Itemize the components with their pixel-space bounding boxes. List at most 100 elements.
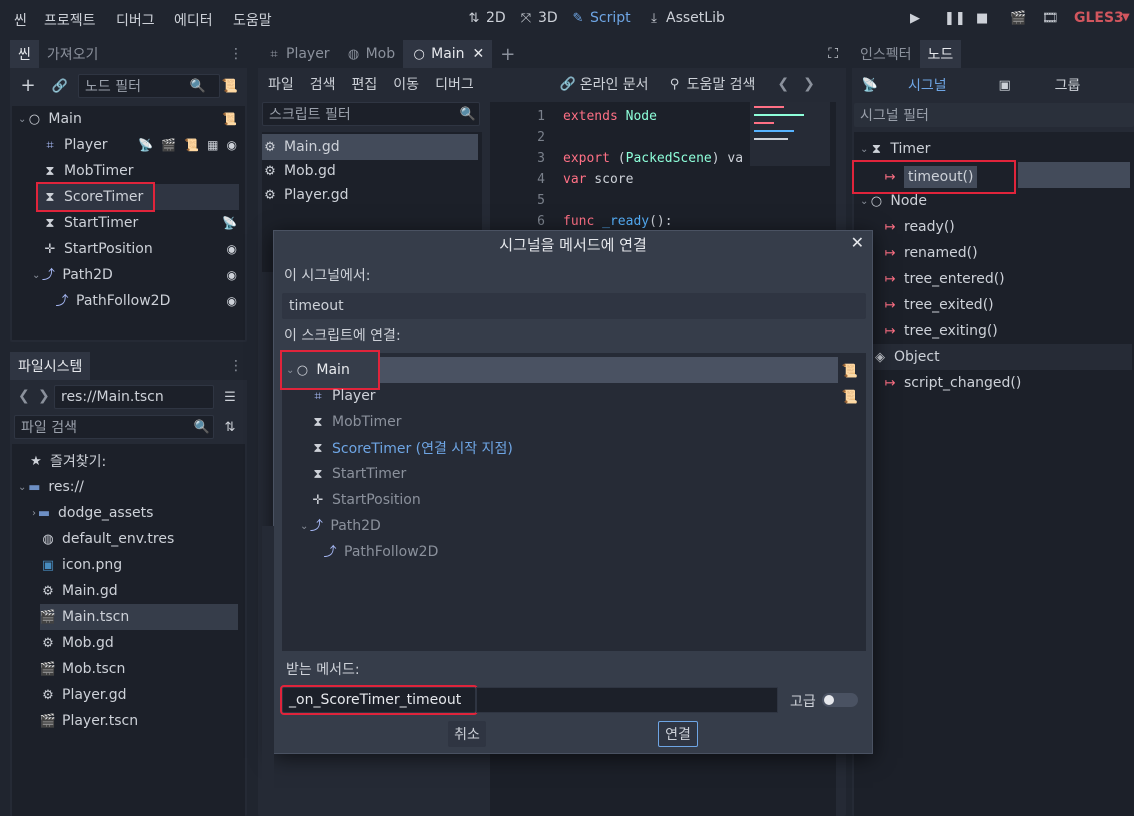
signal-section-node[interactable]: ⌄ ○ Node [860, 188, 927, 214]
signal-section-timer[interactable]: ⌄ ⧗ Timer [860, 136, 930, 162]
tree-node-player[interactable]: ⌗ Player 📡 🎬 📜 ▦ ◉ [42, 132, 243, 158]
script-menu-debug[interactable]: 디버그 [435, 74, 474, 94]
close-icon[interactable]: ✕ [851, 233, 864, 252]
code-line[interactable]: 2 [490, 127, 563, 148]
receiver-method-input[interactable]: _on_ScoreTimer_timeout [280, 685, 478, 715]
cancel-button[interactable]: 취소 [448, 721, 486, 747]
tab-inspector[interactable]: 인스펙터 [852, 40, 920, 68]
signal-item[interactable]: ↦ tree_exited() [882, 292, 994, 318]
signal-filter-input[interactable]: 시그널 필터 [854, 103, 1134, 127]
signal-item[interactable]: ↦ script_changed() [882, 370, 1022, 396]
tree-node-scoretimer[interactable]: ⧗ ScoreTimer [35, 182, 239, 212]
dialog-tree-node[interactable]: ⌄ ⤴ Path2D [300, 513, 381, 539]
script-list-item-selected[interactable]: ⚙ Main.gd [262, 134, 478, 160]
path-field[interactable]: res://Main.tscn [54, 385, 214, 409]
dialog-tree-node-source[interactable]: ⧗ ScoreTimer (연결 시작 지점) [310, 435, 512, 461]
forward-icon[interactable]: ❯ [38, 388, 50, 404]
workspace-2d-button[interactable]: ⇅ 2D [466, 10, 506, 26]
script-menu-edit[interactable]: 편집 [352, 74, 378, 94]
dialog-tree-node[interactable]: ⤴ PathFollow2D [322, 539, 438, 565]
file-item[interactable]: 🎬 Player.tscn [40, 708, 138, 734]
tab-main-scene[interactable]: ○ Main ✕ [403, 40, 493, 68]
code-minimap[interactable] [750, 102, 830, 166]
code-line[interactable]: 3 export (PackedScene) va [490, 148, 743, 169]
groups-tab[interactable]: 그룹 [1055, 75, 1081, 95]
menu-editor[interactable]: 에디터 [174, 10, 213, 30]
signal-icon[interactable]: 📡 [222, 216, 237, 230]
close-icon[interactable]: ✕ [473, 46, 485, 62]
dock-menu-icon[interactable]: ⋮ [229, 46, 243, 62]
signals-tab[interactable]: 시그널 [908, 75, 947, 95]
script-icon[interactable]: 📜 [222, 112, 237, 126]
workspace-script-button[interactable]: ✎ Script [570, 10, 631, 26]
script-filter-input[interactable]: 스크립트 필터 [262, 102, 480, 126]
signal-item[interactable]: ↦ tree_exiting() [882, 318, 998, 344]
fullscreen-icon[interactable]: ⛶ [828, 46, 838, 62]
code-line[interactable]: 4 var score [490, 169, 633, 190]
back-icon[interactable]: ❮ [777, 76, 789, 92]
dock-menu-icon[interactable]: ⋮ [229, 358, 243, 374]
play-custom-scene-icon[interactable]: 🎞 [1042, 11, 1059, 26]
add-node-icon[interactable]: + [20, 77, 36, 95]
tab-mob-scene[interactable]: ◍ Mob [338, 40, 404, 68]
signal-item[interactable]: ↦ renamed() [882, 240, 978, 266]
chevron-down-icon[interactable]: ▼ [1122, 12, 1130, 23]
file-item[interactable]: ◍ default_env.tres [40, 526, 174, 552]
signal-section-object[interactable]: ◈ Object [872, 344, 1132, 370]
file-item[interactable]: › ▬ dodge_assets [32, 500, 153, 526]
dialog-tree-node[interactable]: ✛ StartPosition [310, 487, 421, 513]
file-item[interactable]: ⚙ Player.gd [40, 682, 126, 708]
tab-player-scene[interactable]: ⌗ Player [258, 40, 338, 68]
script-menu-goto[interactable]: 이동 [393, 74, 419, 94]
code-line[interactable]: 6 func _ready(): [490, 211, 672, 232]
sort-icon[interactable]: ⇅ [222, 419, 238, 435]
file-item[interactable]: 🎬 Mob.tscn [40, 656, 125, 682]
link-icon[interactable]: 🔗 [52, 78, 68, 94]
visibility-eye-icon[interactable]: ◉ [227, 294, 237, 308]
menu-help[interactable]: 도움말 [233, 10, 272, 30]
add-tab-icon[interactable]: + [492, 40, 523, 68]
file-item[interactable]: ⚙ Mob.gd [40, 630, 114, 656]
dialog-tree-node-main[interactable]: ⌄ ○ Main [280, 350, 838, 390]
folder-root[interactable]: ⌄ ▬ res:// [18, 474, 84, 500]
visibility-eye-icon[interactable]: ◉ [227, 268, 237, 282]
forward-icon[interactable]: ❯ [803, 76, 815, 92]
visibility-eye-icon[interactable]: ◉ [227, 242, 237, 256]
code-line[interactable]: 1 extends Node [490, 106, 657, 127]
code-line[interactable]: 5 [490, 190, 563, 211]
favorites-row[interactable]: ★ 즐겨찾기: [28, 448, 106, 474]
tree-node-path2d[interactable]: ⌄ ⤴ Path2D ◉ [32, 262, 243, 288]
online-docs-button[interactable]: 🔗 온라인 문서 [560, 74, 649, 94]
tree-node-mobtimer[interactable]: ⧗ MobTimer [42, 158, 243, 184]
dialog-tree-node[interactable]: ⌗ Player [310, 383, 375, 409]
clapper-icon[interactable]: 🎬 [161, 138, 176, 152]
help-search-button[interactable]: ⚲ 도움말 검색 [667, 74, 756, 94]
tree-node-pathfollow2d[interactable]: ⤴ PathFollow2D ◉ [54, 288, 243, 314]
script-list-item[interactable]: ⚙ Player.gd [262, 182, 348, 208]
tab-import[interactable]: 가져오기 [39, 40, 107, 68]
script-menu-file[interactable]: 파일 [268, 74, 294, 94]
connect-button[interactable]: 연결 [658, 721, 698, 747]
tab-filesystem[interactable]: 파일시스템 [10, 352, 91, 380]
tree-node-startposition[interactable]: ✛ StartPosition ◉ [42, 236, 243, 262]
file-item-selected[interactable]: 🎬 Main.tscn [40, 604, 238, 630]
back-icon[interactable]: ❮ [18, 388, 30, 404]
dialog-tree-node[interactable]: ⧗ StartTimer [310, 461, 406, 487]
renderer-selector[interactable]: GLES3 [1074, 10, 1124, 26]
play-icon[interactable]: ▶ [910, 11, 920, 26]
script-icon[interactable]: 📜 [184, 138, 199, 152]
file-item[interactable]: ▣ icon.png [40, 552, 122, 578]
tree-node-main[interactable]: ⌄ ○ Main 📜 [18, 106, 243, 132]
dialog-tree-node[interactable]: ⧗ MobTimer [310, 409, 401, 435]
menu-debug[interactable]: 디버그 [116, 10, 155, 30]
pause-icon[interactable]: ❚❚ [944, 11, 966, 26]
file-item[interactable]: ⚙ Main.gd [40, 578, 117, 604]
group-icon[interactable]: ▦ [207, 138, 218, 152]
advanced-toggle[interactable] [822, 693, 858, 707]
stop-icon[interactable]: ■ [976, 11, 988, 26]
tab-scene[interactable]: 씬 [10, 40, 39, 68]
script-list-item[interactable]: ⚙ Mob.gd [262, 158, 336, 184]
workspace-assetlib-button[interactable]: ⤓ AssetLib [646, 10, 725, 26]
play-scene-icon[interactable]: 🎬 [1010, 11, 1026, 26]
attach-script-icon[interactable]: 📜 [222, 78, 238, 94]
